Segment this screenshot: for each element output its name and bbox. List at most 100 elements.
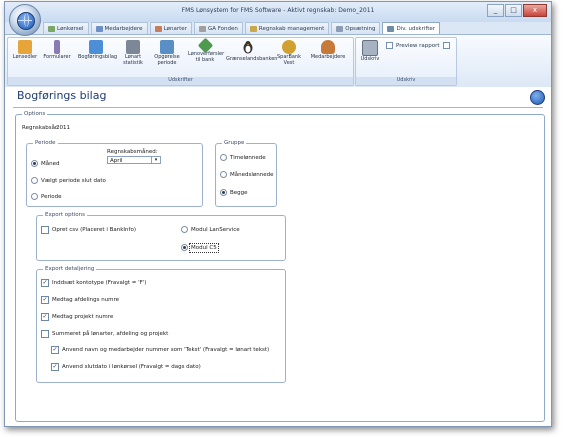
tab-lonarter[interactable]: Lønarter xyxy=(149,22,192,34)
radio-indicator[interactable] xyxy=(220,171,227,178)
export-options-title: Export options xyxy=(43,212,88,218)
wage-types-icon xyxy=(154,25,162,32)
globe-icon[interactable] xyxy=(530,90,545,105)
checkbox-box[interactable] xyxy=(41,226,49,234)
group-label: Udskriv xyxy=(356,77,456,85)
checkbox-box[interactable] xyxy=(51,346,59,354)
person-icon xyxy=(321,40,335,54)
regnskabsmaaned-select[interactable]: April ▾ xyxy=(107,156,161,164)
options-group: Options Regnskabsår: 2011 Periode Måned … xyxy=(15,111,545,422)
document-icon xyxy=(160,40,174,54)
radio-label: Månedslønnede xyxy=(230,171,274,178)
ribbon-group-udskrifter: Lønsedler Formularer Bogføringsbilag Løn… xyxy=(7,37,354,86)
payroll-icon xyxy=(48,25,55,32)
checkbox-label: Opret csv (Placeret i BankInfo) xyxy=(52,227,136,233)
checkbox-box[interactable] xyxy=(51,363,59,371)
radio-indicator[interactable] xyxy=(220,189,227,196)
udskriv-button[interactable]: Udskriv xyxy=(358,40,382,70)
tab-label: Opsætning xyxy=(345,25,376,32)
radio-begge[interactable]: Begge xyxy=(220,189,248,196)
lonoverforsler-button[interactable]: Lønoverførsler til bank xyxy=(188,37,225,70)
radio-periode[interactable]: Periode xyxy=(31,193,62,200)
minimize-button[interactable]: _ xyxy=(487,4,504,17)
radio-maanedslonnede[interactable]: Månedslønnede xyxy=(220,171,273,178)
export-detaljering-group: Export detaljering Inddsæt kontotype (Fr… xyxy=(36,266,286,383)
opret-csv-checkbox[interactable]: Opret csv (Placeret i BankInfo) xyxy=(41,226,136,234)
formularer-button[interactable]: Formularer xyxy=(42,40,72,70)
periode-title: Periode xyxy=(33,140,58,146)
form-icon xyxy=(54,40,60,54)
radio-timelonnede[interactable]: Timelønnede xyxy=(220,154,266,161)
button-label: Lønoverførsler til bank xyxy=(188,51,225,63)
radio-indicator[interactable] xyxy=(31,193,38,200)
tab-opsaetning[interactable]: Opsætning xyxy=(331,22,381,34)
preview-checkbox-box[interactable] xyxy=(386,42,393,49)
lonart-statistik-button[interactable]: Lønart statistik xyxy=(118,40,148,70)
checkbox-box[interactable] xyxy=(41,313,49,321)
penguin-icon xyxy=(243,41,253,54)
medarbejdere-button[interactable]: Medarbejdere xyxy=(308,40,348,70)
tab-label: Regnskab management xyxy=(258,25,325,32)
radio-label: Periode xyxy=(41,193,62,200)
chevron-down-icon[interactable]: ▾ xyxy=(151,157,160,163)
sparbank-vest-button[interactable]: SparBank Vest xyxy=(274,40,304,70)
close-button[interactable]: x xyxy=(523,4,547,17)
radio-label: Modul LanService xyxy=(191,226,240,233)
window-controls: _ □ x xyxy=(487,4,547,17)
gruppe-title: Gruppe xyxy=(222,140,247,146)
ribbon-tabs: Lønkørsel Medarbejdere Lønarter GA Fonde… xyxy=(43,22,441,35)
radio-label: Begge xyxy=(230,189,248,196)
button-label: Medarbejdere xyxy=(310,54,346,60)
button-label: Opgørelse periode xyxy=(154,54,180,66)
fund-icon xyxy=(198,25,206,32)
app-menu-button[interactable] xyxy=(9,4,41,36)
maximize-button[interactable]: □ xyxy=(505,4,522,17)
page-title: Bogførings bilag xyxy=(17,89,107,102)
summeret-checkbox[interactable]: Summeret på lønarter, afdeling og projek… xyxy=(41,330,168,338)
opgorelse-periode-button[interactable]: Opgørelse periode xyxy=(152,40,182,70)
radio-label: Måned xyxy=(41,160,60,167)
checkbox-box[interactable] xyxy=(41,330,49,338)
button-label: Formularer xyxy=(43,54,71,60)
button-label: Udskriv xyxy=(360,56,380,62)
tab-label: GA Fonden xyxy=(207,25,238,32)
checkbox-box[interactable] xyxy=(41,279,49,287)
window-title: FMS Lønsystem for FMS Software - Aktivt … xyxy=(181,7,375,14)
export-detaljering-title: Export detaljering xyxy=(43,266,97,272)
lonsedler-button[interactable]: Lønsedler xyxy=(10,40,40,70)
regnskabsaar-value: 2011 xyxy=(56,125,70,131)
radio-modul-c5[interactable]: Modul C5 xyxy=(181,242,219,253)
projekt-numre-checkbox[interactable]: Medtag projekt numre xyxy=(41,313,113,321)
radio-label: Timelønnede xyxy=(230,154,266,161)
preview-option-box[interactable] xyxy=(442,42,450,49)
radio-indicator[interactable] xyxy=(181,244,188,251)
tab-regnskab-management[interactable]: Regnskab management xyxy=(244,22,330,34)
kontotype-checkbox[interactable]: Inddsæt kontotype (Fravalgt = 'F') xyxy=(41,279,146,287)
regnskabsaar-label: Regnskabsår: xyxy=(22,125,60,131)
tab-medarbejdere[interactable]: Medarbejdere xyxy=(90,22,148,34)
checkbox-box[interactable] xyxy=(41,296,49,304)
radio-valgt-periode[interactable]: Vælgt periode slut dato xyxy=(31,177,106,184)
tab-label: Lønkørsel xyxy=(57,25,84,32)
radio-indicator[interactable] xyxy=(181,226,188,233)
radio-indicator[interactable] xyxy=(31,160,38,167)
content-area: Bogførings bilag Options Regnskabsår: 20… xyxy=(5,87,551,426)
reports-icon xyxy=(387,26,395,32)
tab-lonkorsel[interactable]: Lønkørsel xyxy=(43,22,89,34)
preview-rapport-checkbox[interactable]: Preview rapport xyxy=(386,42,450,49)
graenselandsbanken-button[interactable]: Grænselandsbanken xyxy=(226,40,277,70)
anvend-navn-checkbox[interactable]: Anvend navn og medarbejder nummer som 'T… xyxy=(51,346,269,354)
tab-ga-fonden[interactable]: GA Fonden xyxy=(193,22,243,34)
tab-label: Lønarter xyxy=(163,25,187,32)
radio-maaned[interactable]: Måned xyxy=(31,160,59,167)
radio-modul-lanservice[interactable]: Modul LanService xyxy=(181,226,240,233)
bogforingsbilag-button[interactable]: Bogføringsbilag xyxy=(78,40,117,70)
afdelings-numre-checkbox[interactable]: Medtag afdelings numre xyxy=(41,296,119,304)
radio-indicator[interactable] xyxy=(31,177,38,184)
button-label: Lønart statistik xyxy=(123,54,143,66)
anvend-slutdato-checkbox[interactable]: Anvend slutdato i lønkørsel (Fravalgt = … xyxy=(51,363,201,371)
radio-indicator[interactable] xyxy=(220,154,227,161)
preview-label: Preview rapport xyxy=(396,42,440,49)
title-divider xyxy=(13,107,543,108)
checkbox-label: Inddsæt kontotype (Fravalgt = 'F') xyxy=(52,280,147,286)
